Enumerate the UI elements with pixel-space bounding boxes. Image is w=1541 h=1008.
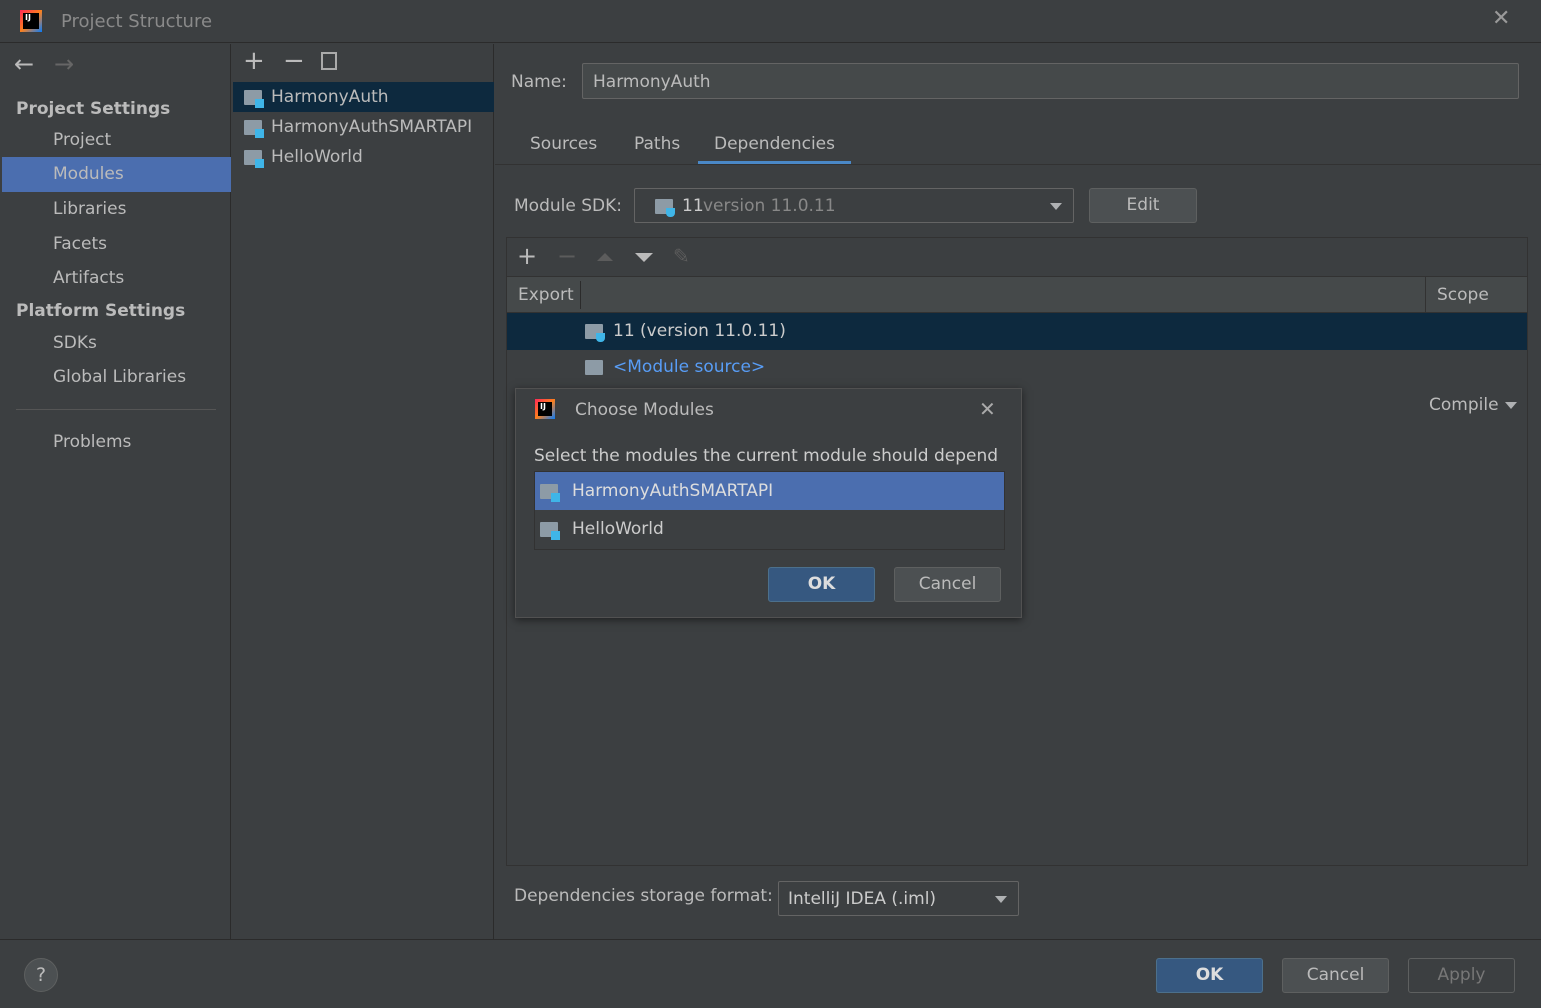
storage-format-value: IntelliJ IDEA (.iml) xyxy=(788,889,937,909)
dependency-name: 11 (version 11.0.11) xyxy=(613,321,786,341)
module-sdk-dropdown[interactable]: 11 version 11.0.11 xyxy=(634,188,1074,223)
name-label: Name: xyxy=(511,72,567,92)
close-dialog-icon[interactable]: ✕ xyxy=(979,397,996,421)
dependency-link[interactable]: <Module source> xyxy=(613,357,765,377)
platform-settings-heading: Platform Settings xyxy=(16,301,186,321)
module-item-harmonyauthsmartapi[interactable]: HarmonyAuthSMARTAPI xyxy=(233,112,494,142)
module-item-helloworld[interactable]: HelloWorld xyxy=(233,142,494,172)
storage-format-dropdown[interactable]: IntelliJ IDEA (.iml) xyxy=(778,881,1019,916)
edit-sdk-button[interactable]: Edit xyxy=(1089,188,1197,223)
module-label: HarmonyAuthSMARTAPI xyxy=(271,117,473,137)
list-item[interactable]: HelloWorld xyxy=(535,511,1004,549)
module-item-harmonyauth[interactable]: HarmonyAuth xyxy=(233,82,494,112)
list-item-label: HarmonyAuthSMARTAPI xyxy=(572,481,774,501)
move-up-icon[interactable] xyxy=(597,253,613,261)
remove-module-icon[interactable]: − xyxy=(283,46,305,76)
sidebar: ← → Project Settings Project Modules Lib… xyxy=(2,44,231,939)
remove-dependency-icon[interactable]: − xyxy=(557,242,577,270)
edit-pencil-icon[interactable]: ✎ xyxy=(673,244,690,268)
help-button[interactable]: ? xyxy=(24,958,58,992)
title-bar: IJ Project Structure ✕ xyxy=(0,0,1541,43)
module-choice-list: HarmonyAuthSMARTAPI HelloWorld xyxy=(534,471,1005,550)
sdk-value: 11 xyxy=(682,196,704,216)
list-item-label: HelloWorld xyxy=(572,519,664,539)
folder-icon xyxy=(585,360,603,375)
apply-button[interactable]: Apply xyxy=(1408,958,1515,993)
dialog-cancel-button[interactable]: Cancel xyxy=(894,567,1001,602)
module-list-pane: + − HarmonyAuth HarmonyAuthSMARTAPI Hell… xyxy=(233,44,494,939)
table-row[interactable]: 11 (version 11.0.11) xyxy=(507,313,1527,350)
add-module-icon[interactable]: + xyxy=(243,46,265,76)
storage-format-label: Dependencies storage format: xyxy=(514,886,773,906)
tab-paths[interactable]: Paths xyxy=(634,130,680,164)
copy-module-icon[interactable] xyxy=(321,52,337,70)
dialog-ok-button[interactable]: OK xyxy=(768,567,875,602)
module-label: HelloWorld xyxy=(271,147,363,167)
tab-divider xyxy=(495,164,1541,165)
forward-arrow-icon[interactable]: → xyxy=(54,50,74,78)
intellij-logo-icon: IJ xyxy=(535,399,555,419)
module-label: HarmonyAuth xyxy=(271,87,389,107)
divider xyxy=(16,409,216,410)
sidebar-item-modules[interactable]: Modules xyxy=(2,157,231,192)
chevron-down-icon xyxy=(995,896,1007,903)
sidebar-item-problems[interactable]: Problems xyxy=(2,425,231,460)
move-down-icon[interactable] xyxy=(635,253,653,262)
back-arrow-icon[interactable]: ← xyxy=(14,50,34,78)
column-scope[interactable]: Scope xyxy=(1437,285,1489,305)
sidebar-item-sdks[interactable]: SDKs xyxy=(2,326,231,361)
sidebar-item-artifacts[interactable]: Artifacts xyxy=(2,261,231,296)
table-header: Export Scope xyxy=(507,276,1527,313)
sidebar-item-project[interactable]: Project xyxy=(2,123,231,158)
close-window-icon[interactable]: ✕ xyxy=(1492,6,1510,31)
scope-dropdown[interactable]: Compile xyxy=(1429,395,1499,415)
sidebar-item-facets[interactable]: Facets xyxy=(2,227,231,262)
table-row[interactable]: <Module source> xyxy=(507,350,1527,386)
dialog-title: Choose Modules xyxy=(575,400,714,420)
sdk-version: version 11.0.11 xyxy=(703,196,836,216)
sidebar-item-global-libraries[interactable]: Global Libraries xyxy=(2,360,231,395)
chevron-down-icon xyxy=(1050,203,1062,210)
module-sdk-label: Module SDK: xyxy=(514,196,622,216)
list-item[interactable]: HarmonyAuthSMARTAPI xyxy=(535,472,1004,510)
tab-dependencies[interactable]: Dependencies xyxy=(698,130,851,164)
cancel-button[interactable]: Cancel xyxy=(1282,958,1389,993)
ok-button[interactable]: OK xyxy=(1156,958,1263,993)
footer-divider xyxy=(0,939,1541,940)
add-dependency-icon[interactable]: + xyxy=(517,242,537,270)
tab-sources[interactable]: Sources xyxy=(530,130,597,164)
sidebar-item-libraries[interactable]: Libraries xyxy=(2,192,231,227)
project-settings-heading: Project Settings xyxy=(16,99,171,119)
window-title: Project Structure xyxy=(61,11,213,32)
chevron-down-icon xyxy=(1505,402,1517,409)
name-value: HarmonyAuth xyxy=(593,72,711,92)
column-export[interactable]: Export xyxy=(518,285,574,305)
name-input[interactable]: HarmonyAuth xyxy=(582,63,1519,99)
intellij-logo-icon: IJ xyxy=(20,10,42,32)
choose-modules-dialog: IJ Choose Modules ✕ Select the modules t… xyxy=(515,388,1022,618)
